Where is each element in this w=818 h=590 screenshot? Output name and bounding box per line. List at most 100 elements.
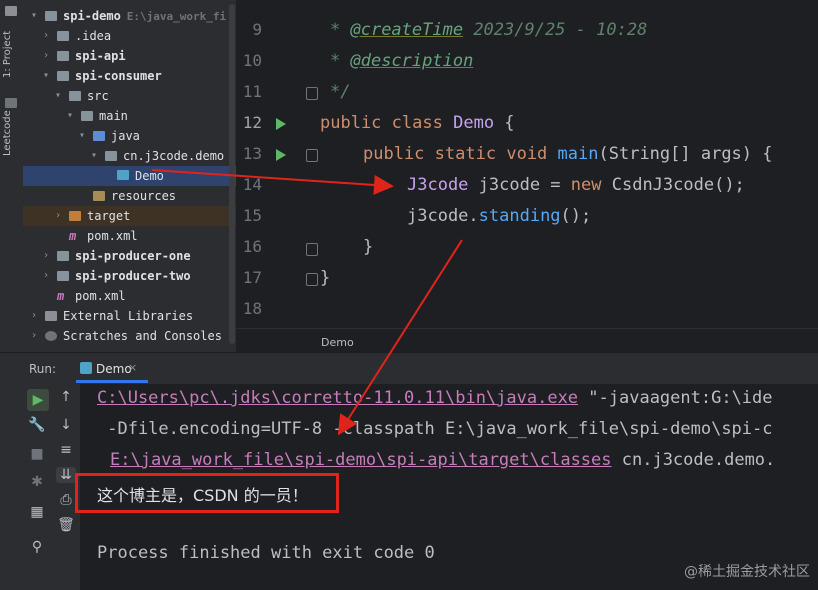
left-tool-strip: 1: Project Leetcode (0, 0, 24, 352)
maven-icon: m (69, 229, 77, 243)
chevron-right-icon[interactable]: › (43, 26, 53, 46)
code-line-9: * @createTime 2023/9/25 - 10:28 (330, 20, 648, 40)
tree-item[interactable]: ▾ java (23, 126, 236, 146)
line-number: 14 (242, 175, 262, 194)
tree-item-label: target (87, 209, 131, 223)
tree-item-label: pom.xml (75, 289, 126, 303)
chevron-right-icon[interactable]: › (43, 266, 53, 286)
project-tool-tab[interactable]: 1: Project (2, 18, 20, 78)
chevron-down-icon[interactable]: ▾ (31, 6, 41, 26)
print-icon[interactable]: ⎙ (56, 492, 76, 508)
chevron-right-icon[interactable]: › (43, 46, 53, 66)
leetcode-tool-tab[interactable]: Leetcode (2, 96, 20, 156)
library-icon (45, 311, 57, 321)
layout-icon[interactable]: ▦ (27, 504, 47, 520)
chevron-down-icon[interactable]: ▾ (79, 126, 89, 146)
tree-item[interactable]: m pom.xml (23, 226, 236, 246)
watermark: @稀土掘金技术社区 (684, 564, 810, 580)
arrow-up-icon[interactable]: ↑ (56, 389, 76, 405)
tree-item[interactable]: ▾ src (23, 86, 236, 106)
tree-item[interactable]: › Scratches and Consoles (23, 326, 236, 346)
tree-scrollbar[interactable] (229, 4, 235, 344)
tree-item[interactable]: resources (23, 186, 236, 206)
tree-item[interactable]: › .idea (23, 26, 236, 46)
folder-icon (69, 91, 81, 101)
tree-item-label: src (87, 89, 109, 103)
chevron-right-icon[interactable]: › (31, 306, 41, 326)
tree-item[interactable]: › spi-producer-one (23, 246, 236, 266)
tree-item[interactable]: ▾ main (23, 106, 236, 126)
fold-icon[interactable] (306, 243, 318, 256)
pin-icon[interactable]: ⚲ (27, 539, 47, 555)
chevron-right-icon[interactable]: › (31, 326, 41, 346)
class-icon (117, 170, 129, 180)
folder-icon (57, 271, 69, 281)
tree-item-label: resources (111, 189, 177, 203)
tree-item[interactable]: ▾ spi-demo E:\java_work_fi (23, 6, 236, 26)
code-line-14: J3code j3code = new CsdnJ3code(); (407, 175, 745, 195)
chevron-right-icon[interactable]: › (55, 206, 65, 226)
fold-icon[interactable] (306, 87, 318, 100)
tree-item[interactable]: › spi-api (23, 46, 236, 66)
active-tab-indicator (76, 380, 148, 383)
tree-item-label: spi-api (75, 49, 126, 63)
chevron-down-icon[interactable]: ▾ (43, 66, 53, 86)
highlight-box (75, 473, 339, 513)
debug-icon[interactable]: ✱ (27, 474, 47, 490)
tree-item[interactable]: ▾ spi-consumer (23, 66, 236, 86)
line-number: 16 (242, 237, 262, 256)
tree-item-label: spi-demo E:\java_work_fi (63, 9, 227, 23)
wrench-icon[interactable]: 🔧 (27, 417, 47, 433)
chevron-right-icon[interactable]: › (43, 246, 53, 266)
tree-item[interactable]: › External Libraries (23, 306, 236, 326)
tree-item[interactable]: m pom.xml (23, 286, 236, 306)
tree-item-label: spi-producer-one (75, 249, 191, 263)
chevron-down-icon[interactable]: ▾ (55, 86, 65, 106)
close-icon[interactable]: × (128, 361, 137, 374)
console-exit-line: Process finished with exit code 0 (97, 543, 435, 563)
tree-item-label: Demo (135, 169, 164, 183)
chevron-down-icon[interactable]: ▾ (67, 106, 77, 126)
rerun-icon[interactable]: ▶ (27, 389, 49, 411)
run-toolbar-left: ▶ 🔧 ■ ✱ ▦ ⚲ (0, 384, 52, 590)
run-class-icon[interactable] (276, 118, 286, 130)
code-line-13: public static void main(String[] args) { (363, 144, 773, 164)
folder-icon (45, 11, 57, 21)
breadcrumb[interactable]: Demo (321, 336, 354, 349)
doc-tag: @description (350, 51, 474, 71)
code-line-11: */ (330, 82, 351, 102)
tree-item[interactable]: › target (23, 206, 236, 226)
tree-item-label: main (99, 109, 128, 123)
classes-path-link[interactable]: E:\java_work_file\spi-demo\spi-api\targe… (110, 450, 612, 470)
tree-item[interactable]: › spi-producer-two (23, 266, 236, 286)
tree-item-label: External Libraries (63, 309, 194, 323)
console-line-2: -Dfile.encoding=UTF-8 -classpath E:\java… (97, 419, 773, 439)
stop-icon[interactable]: ■ (27, 446, 47, 462)
folder-icon (57, 31, 69, 41)
fold-icon[interactable] (306, 273, 318, 286)
tree-item[interactable]: Demo (23, 166, 236, 186)
doc-tag: @createTime (350, 20, 464, 40)
folder-icon (93, 191, 105, 201)
maven-icon: m (57, 289, 65, 303)
tree-item[interactable]: ▾ cn.j3code.demo (23, 146, 236, 166)
tree-item-label: .idea (75, 29, 112, 43)
fold-icon[interactable] (306, 149, 318, 162)
line-number: 18 (242, 299, 262, 318)
scroll-to-end-icon[interactable]: ⇊ (56, 467, 76, 483)
arrow-down-icon[interactable]: ↓ (56, 417, 76, 433)
folder-icon (93, 131, 105, 141)
java-exe-link[interactable]: C:\Users\pc\.jdks\corretto-11.0.11\bin\j… (97, 388, 578, 408)
class-icon (80, 362, 92, 374)
soft-wrap-icon[interactable]: ≡ (56, 442, 76, 458)
trash-icon[interactable]: 🗑 (56, 517, 76, 533)
folder-icon (69, 211, 81, 221)
code-line-16: } (363, 237, 374, 257)
run-main-icon[interactable] (276, 149, 286, 161)
tree-item-label: cn.j3code.demo (123, 149, 225, 163)
chevron-down-icon[interactable]: ▾ (91, 146, 101, 166)
scratch-icon (45, 331, 57, 341)
console-line-1: C:\Users\pc\.jdks\corretto-11.0.11\bin\j… (97, 388, 773, 408)
line-number: 11 (242, 82, 262, 101)
run-tab-label: Demo (96, 362, 132, 376)
